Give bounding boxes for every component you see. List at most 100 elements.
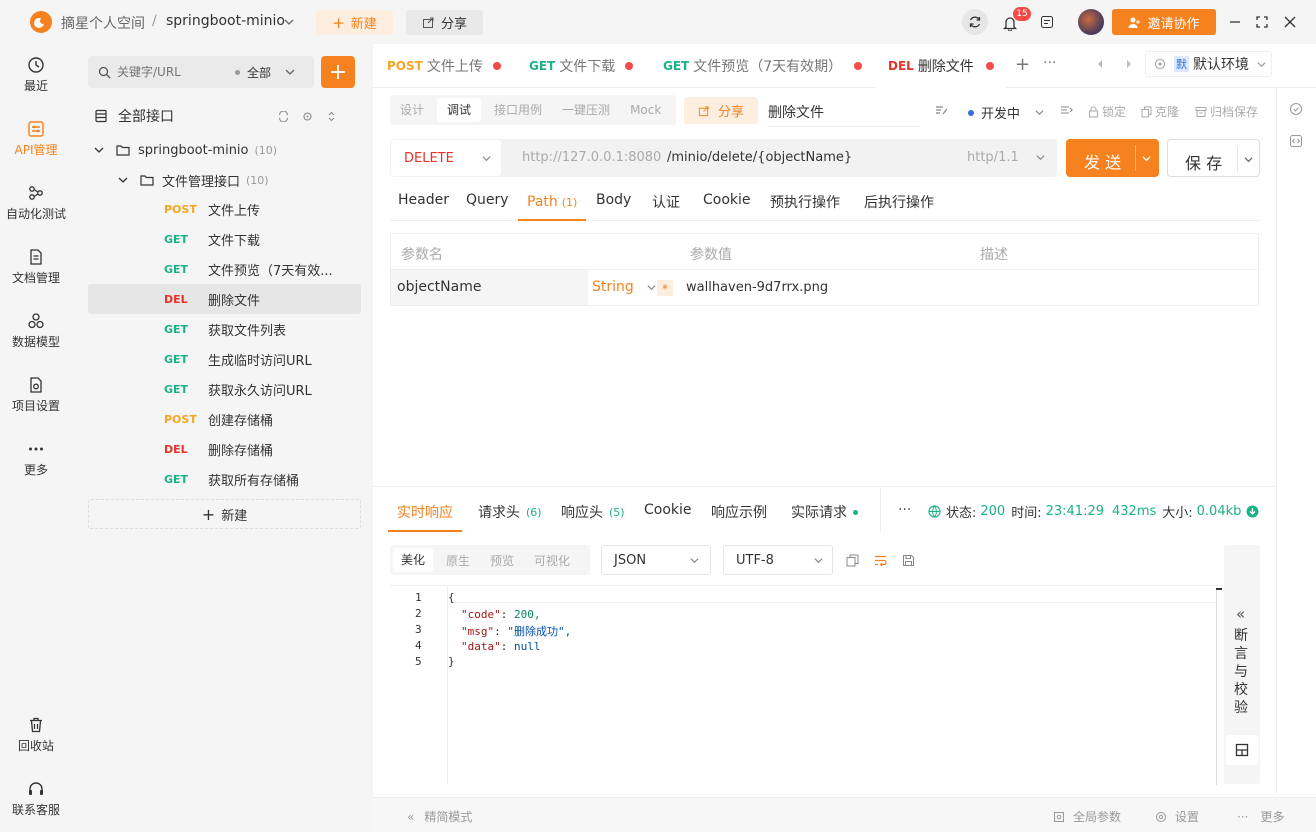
environment-select[interactable]: 默 默认环境 [1145, 51, 1272, 77]
response-tab-examples[interactable]: 响应示例 [711, 502, 767, 522]
tree-project-node[interactable]: springboot-minio (10) [94, 138, 364, 162]
request-path-input[interactable]: /minio/delete/{objectName} [667, 150, 852, 165]
new-button[interactable]: + 新建 [316, 10, 393, 35]
tree-item[interactable]: GET 获取文件列表 [88, 314, 361, 344]
param-tab-path[interactable]: Path (1) [518, 185, 587, 221]
format-select[interactable]: JSON [601, 545, 711, 575]
search-input[interactable] [117, 65, 235, 79]
rail-item-data-model[interactable]: 数据模型 [0, 312, 72, 350]
param-type-select[interactable]: String [592, 279, 656, 295]
compact-mode-button[interactable]: « 精简模式 [407, 808, 472, 825]
global-params-button[interactable]: 全局参数 [1053, 808, 1121, 825]
workspace-breadcrumb[interactable]: 摘星个人空间 [61, 13, 145, 33]
response-more-button[interactable]: ··· [898, 502, 911, 518]
api-share-button[interactable]: 分享 [684, 97, 758, 124]
mode-tab-mock[interactable]: Mock [620, 95, 671, 125]
lock-button[interactable]: 锁定 [1088, 103, 1126, 120]
tree-folder-node[interactable]: 文件管理接口 (10) [118, 168, 364, 192]
settings-button[interactable]: 设置 [1155, 808, 1199, 825]
response-tab-request-headers[interactable]: 请求头 (6) [478, 502, 542, 522]
view-tab-preview[interactable]: 预览 [480, 552, 524, 569]
invite-button[interactable]: 邀请协作 [1112, 9, 1216, 35]
share-button[interactable]: 分享 [406, 10, 483, 35]
maximize-icon[interactable] [1256, 16, 1268, 28]
mode-tab-design[interactable]: 设计 [390, 95, 434, 125]
send-button[interactable]: 发 送 [1066, 139, 1159, 177]
tree-item[interactable]: GET 文件预览（7天有效... [88, 254, 361, 284]
copy-icon[interactable] [846, 554, 859, 567]
tree-item-selected[interactable]: DEL 删除文件 [88, 284, 361, 314]
tab-download[interactable]: GET 文件下载 [529, 44, 634, 88]
param-name[interactable]: objectName [397, 279, 481, 295]
tree-item[interactable]: GET 获取所有存储桶 [88, 464, 361, 494]
param-tab-query[interactable]: Query [466, 192, 509, 208]
param-tab-auth[interactable]: 认证 [652, 192, 680, 212]
tree-item[interactable]: GET 获取永久访问URL [88, 374, 361, 404]
more-tabs-icon[interactable]: ··· [1043, 55, 1056, 71]
check-circle-icon[interactable] [1289, 102, 1303, 116]
mode-tab-cases[interactable]: 接口用例 [484, 95, 552, 125]
refresh-icon[interactable] [278, 110, 289, 122]
protocol-select[interactable]: http/1.1 [967, 150, 1045, 165]
save-button[interactable]: 保 存 [1167, 139, 1260, 177]
locate-icon[interactable] [302, 111, 313, 122]
response-body-editor[interactable]: 1 { 2 "code": 200, 3 "msg": "删除成功", 4 "d… [390, 585, 1222, 785]
add-api-button[interactable]: + [321, 56, 355, 88]
api-name-field[interactable]: 删除文件 [768, 102, 920, 127]
tab-preview[interactable]: GET 文件预览（7天有效期） [663, 44, 863, 88]
messages-button[interactable] [1038, 13, 1056, 31]
rail-item-automation[interactable]: 自动化测试 [0, 184, 72, 222]
view-tab-pretty[interactable]: 美化 [393, 548, 434, 572]
view-tab-raw[interactable]: 原生 [436, 552, 480, 569]
mode-tab-stress[interactable]: 一键压测 [552, 95, 620, 125]
rail-item-support[interactable]: 联系客服 [0, 780, 72, 818]
save-options-chevron-icon[interactable] [1244, 155, 1253, 164]
new-api-button[interactable]: + 新建 [88, 499, 361, 529]
sync-button[interactable] [962, 9, 988, 35]
layout-toggle-button[interactable] [1226, 735, 1258, 765]
param-value-input[interactable]: wallhaven-9d7rrx.png [686, 280, 828, 295]
param-tab-body[interactable]: Body [596, 192, 631, 208]
rail-item-api[interactable]: API管理 [0, 120, 72, 158]
tree-root[interactable]: 全部接口 [94, 104, 364, 128]
tab-upload[interactable]: POST 文件上传 [387, 44, 501, 88]
chevron-down-icon[interactable] [285, 67, 295, 77]
tree-item[interactable]: DEL 删除存储桶 [88, 434, 361, 464]
base-url[interactable]: http://127.0.0.1:8080 [522, 150, 661, 165]
collapse-all-icon[interactable] [326, 111, 337, 122]
status-select[interactable]: 开发中 [968, 103, 1044, 122]
send-options-chevron-icon[interactable] [1142, 154, 1151, 163]
edit-lines-icon[interactable] [935, 104, 948, 116]
footer-more-button[interactable]: ··· 更多 [1237, 808, 1284, 825]
tree-item[interactable]: POST 创建存储桶 [88, 404, 361, 434]
tree-item[interactable]: POST 文件上传 [88, 194, 361, 224]
expand-panel-icon[interactable]: « [1236, 605, 1245, 623]
param-tab-header[interactable]: Header [398, 192, 449, 208]
method-select[interactable]: DELETE [391, 140, 501, 176]
rail-item-trash[interactable]: 回收站 [0, 716, 72, 754]
minimize-icon[interactable] [1229, 16, 1241, 28]
scroll-left-icon[interactable] [1096, 59, 1104, 69]
mode-tab-debug[interactable]: 调试 [437, 98, 482, 122]
encoding-select[interactable]: UTF-8 [723, 545, 833, 575]
archive-button[interactable]: 归档保存 [1195, 103, 1258, 120]
close-icon[interactable] [1284, 16, 1296, 28]
param-tab-cookie[interactable]: Cookie [703, 192, 751, 208]
save-response-icon[interactable] [902, 554, 915, 567]
code-snippet-icon[interactable] [1289, 134, 1303, 148]
scroll-right-icon[interactable] [1125, 59, 1133, 69]
user-avatar[interactable] [1078, 9, 1104, 35]
chevron-down-icon[interactable] [284, 17, 294, 27]
rail-item-docs[interactable]: 文档管理 [0, 248, 72, 286]
clone-button[interactable]: 克隆 [1141, 103, 1179, 120]
response-tab-actual-request[interactable]: 实际请求 [791, 502, 858, 522]
param-tab-post-script[interactable]: 后执行操作 [864, 192, 934, 212]
download-icon[interactable] [1246, 505, 1259, 518]
tab-delete-active[interactable]: DEL 删除文件 [876, 44, 1006, 88]
filter-select[interactable]: 全部 [247, 64, 271, 81]
project-breadcrumb[interactable]: springboot-minio [166, 13, 285, 29]
assertion-panel[interactable]: « 断言与校验 [1224, 545, 1260, 784]
view-tab-visualize[interactable]: 可视化 [524, 552, 580, 569]
add-tab-icon[interactable]: + [1015, 54, 1030, 75]
wrap-lines-icon[interactable] [874, 554, 887, 567]
